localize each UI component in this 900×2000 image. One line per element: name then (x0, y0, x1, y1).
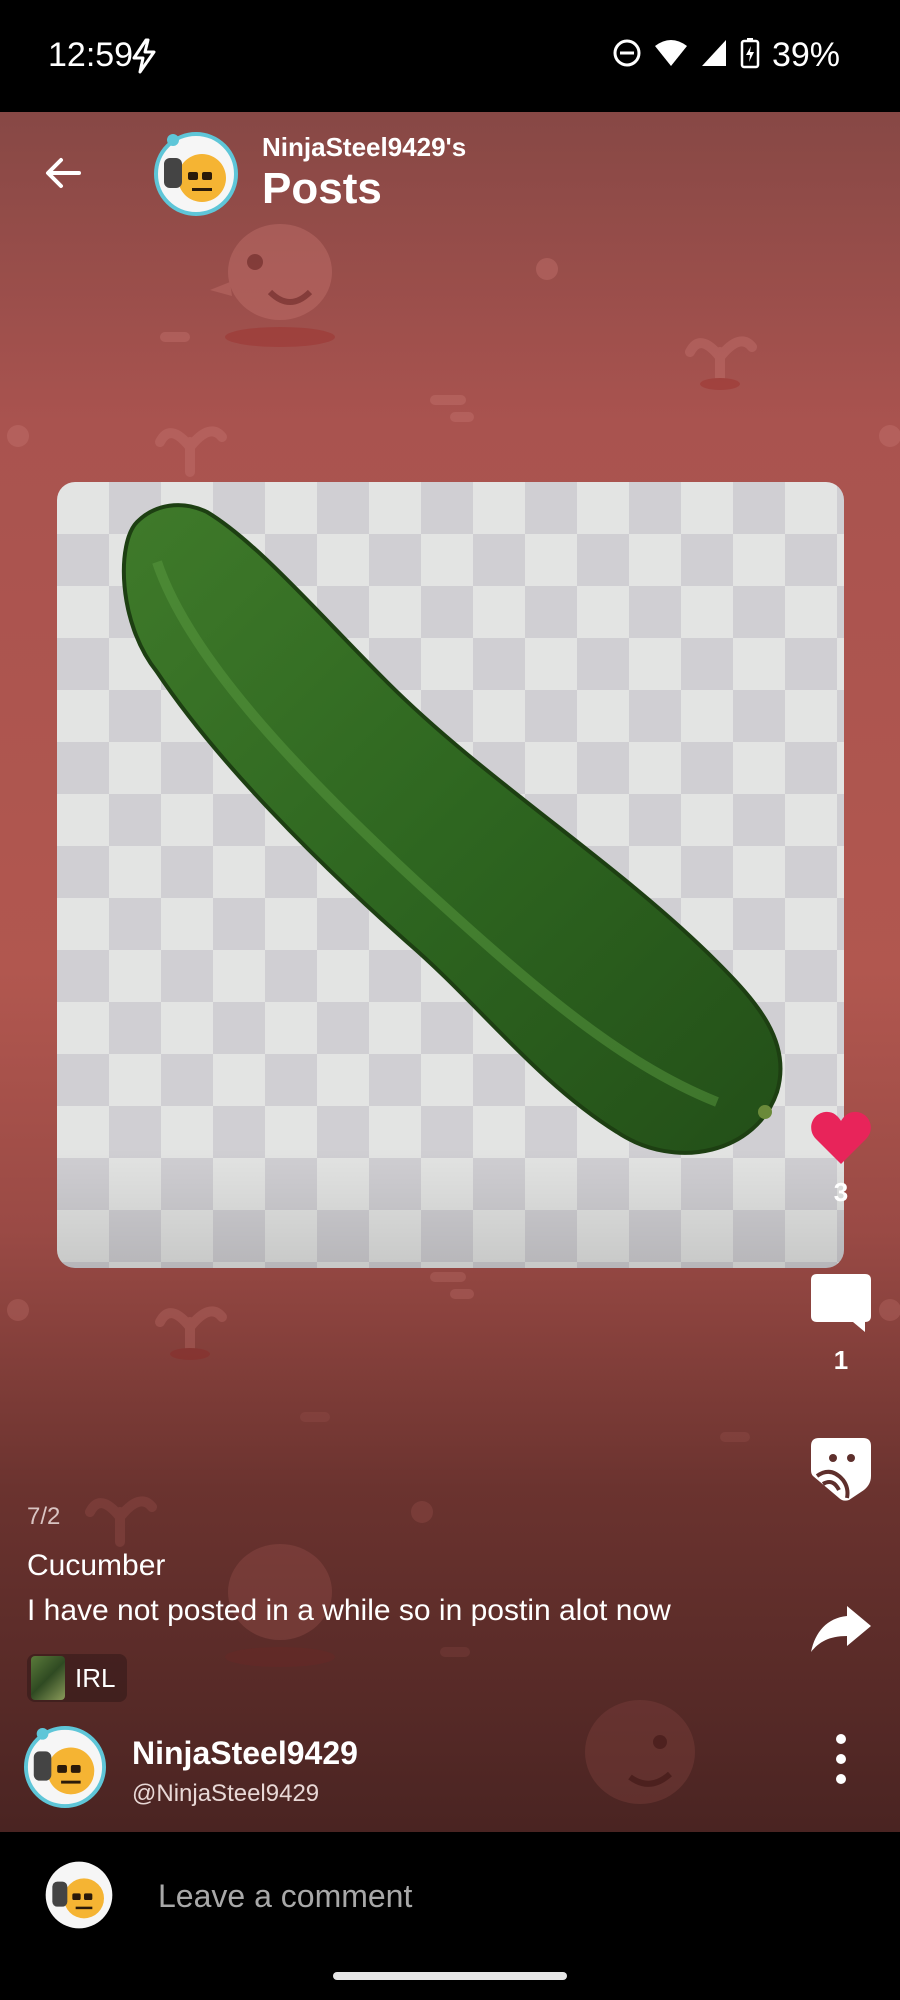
heart-icon (811, 1111, 871, 1164)
wifi-icon (654, 38, 688, 73)
comment-count: 1 (833, 1345, 849, 1375)
status-time: 12:59 (48, 36, 134, 74)
more-dot (836, 1734, 846, 1744)
avatar[interactable] (154, 132, 238, 216)
share-arrow-icon (811, 1606, 871, 1652)
post-body: I have not posted in a while so in posti… (27, 1594, 671, 1627)
battery-charging-icon (740, 37, 760, 74)
share-button[interactable] (801, 1604, 881, 1659)
post-owner-label: NinjaSteel9429's (262, 132, 467, 162)
sticker-button[interactable] (801, 1436, 881, 1507)
category-chip[interactable]: IRL (27, 1654, 128, 1702)
page-title: Posts (262, 164, 382, 213)
post-image[interactable] (57, 482, 844, 1268)
sticker-icon (811, 1438, 871, 1501)
flash-icon (128, 38, 160, 79)
more-dot (836, 1774, 846, 1784)
status-icons: 39% (612, 36, 840, 75)
comment-button[interactable]: 1 (801, 1270, 881, 1376)
post-title: Cucumber (27, 1549, 166, 1582)
dnd-icon (612, 38, 642, 73)
author-avatar[interactable] (24, 1726, 106, 1808)
current-user-avatar (44, 1860, 114, 1930)
comment-input[interactable] (156, 1862, 840, 1930)
like-button[interactable]: 3 (801, 1108, 881, 1208)
author-handle[interactable]: @NinjaSteel9429 (132, 1780, 319, 1808)
like-count: 3 (833, 1177, 849, 1207)
comment-icon (811, 1274, 871, 1332)
home-indicator[interactable] (333, 1972, 567, 1980)
category-thumbnail (31, 1656, 65, 1700)
category-label: IRL (75, 1662, 116, 1693)
more-dot (836, 1754, 846, 1764)
comment-bar (0, 1832, 900, 2000)
battery-percent: 39% (771, 36, 840, 74)
app-screen: 12:59 39% NinjaSteel9429's Posts 3 1 7/2… (0, 0, 900, 2000)
cell-signal-icon (700, 38, 728, 73)
status-bar: 12:59 39% (0, 0, 900, 112)
back-button[interactable] (38, 148, 88, 198)
author-name[interactable]: NinjaSteel9429 (132, 1735, 358, 1772)
post-date: 7/2 (27, 1503, 61, 1530)
more-options-button[interactable] (826, 1734, 856, 1784)
arrow-left-icon (46, 158, 81, 188)
image-shade (57, 1148, 844, 1268)
